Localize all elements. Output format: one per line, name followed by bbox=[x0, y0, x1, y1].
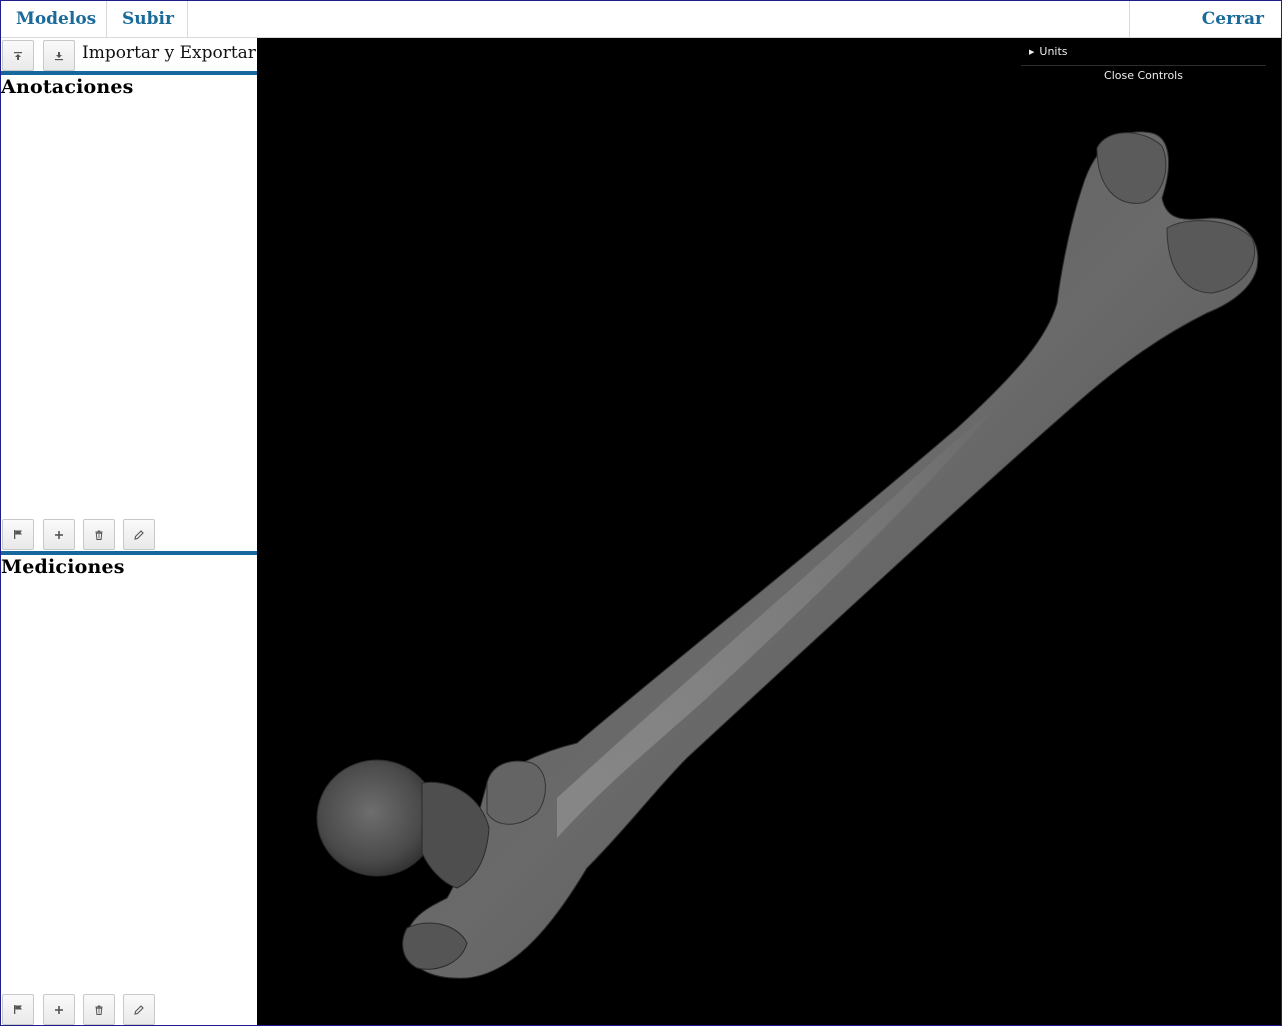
pencil-icon bbox=[134, 1004, 144, 1015]
annotation-edit-button[interactable] bbox=[123, 519, 155, 550]
logout-link[interactable]: Cerrar sesión bbox=[1129, 1, 1281, 66]
caret-right-icon: ▶ bbox=[1029, 48, 1035, 56]
measurements-title: Mediciones bbox=[1, 556, 125, 578]
export-button[interactable] bbox=[43, 40, 75, 71]
measurement-edit-button[interactable] bbox=[123, 994, 155, 1025]
pencil-icon bbox=[134, 529, 144, 540]
units-folder[interactable]: ▶ Units bbox=[1021, 38, 1266, 66]
upload-icon bbox=[14, 51, 22, 60]
download-icon bbox=[55, 51, 63, 60]
units-folder-label: Units bbox=[1039, 45, 1068, 58]
femur-model bbox=[316, 131, 1259, 979]
trash-icon bbox=[95, 1005, 103, 1015]
measurement-flag-button[interactable] bbox=[2, 994, 34, 1025]
annotation-delete-button[interactable] bbox=[83, 519, 115, 550]
plus-icon bbox=[55, 530, 63, 539]
top-navigation: Modelos Subir Cerrar sesión bbox=[1, 1, 1281, 66]
nav-models-link[interactable]: Modelos bbox=[1, 1, 107, 38]
annotations-divider bbox=[1, 71, 257, 75]
flag-icon bbox=[14, 1005, 22, 1014]
measurement-add-button[interactable] bbox=[43, 994, 75, 1025]
sidebar: Importar y Exportar Anotaciones Medicion… bbox=[1, 38, 257, 1025]
plus-icon bbox=[55, 1005, 63, 1014]
annotation-add-button[interactable] bbox=[43, 519, 75, 550]
annotations-list bbox=[1, 102, 257, 516]
nav-upload-link[interactable]: Subir bbox=[107, 1, 188, 38]
trash-icon bbox=[95, 530, 103, 540]
import-export-label: Importar y Exportar bbox=[82, 43, 256, 63]
close-controls-button[interactable]: Close Controls bbox=[1021, 66, 1266, 86]
flag-icon bbox=[14, 530, 22, 539]
import-button[interactable] bbox=[2, 40, 34, 71]
3d-viewer-canvas[interactable]: ▶ Units Close Controls bbox=[257, 38, 1281, 1025]
measurements-divider bbox=[1, 551, 257, 555]
controls-panel: ▶ Units Close Controls bbox=[1021, 38, 1266, 86]
measurement-delete-button[interactable] bbox=[83, 994, 115, 1025]
annotation-flag-button[interactable] bbox=[2, 519, 34, 550]
measurements-list bbox=[1, 582, 257, 990]
annotations-title: Anotaciones bbox=[1, 76, 134, 98]
